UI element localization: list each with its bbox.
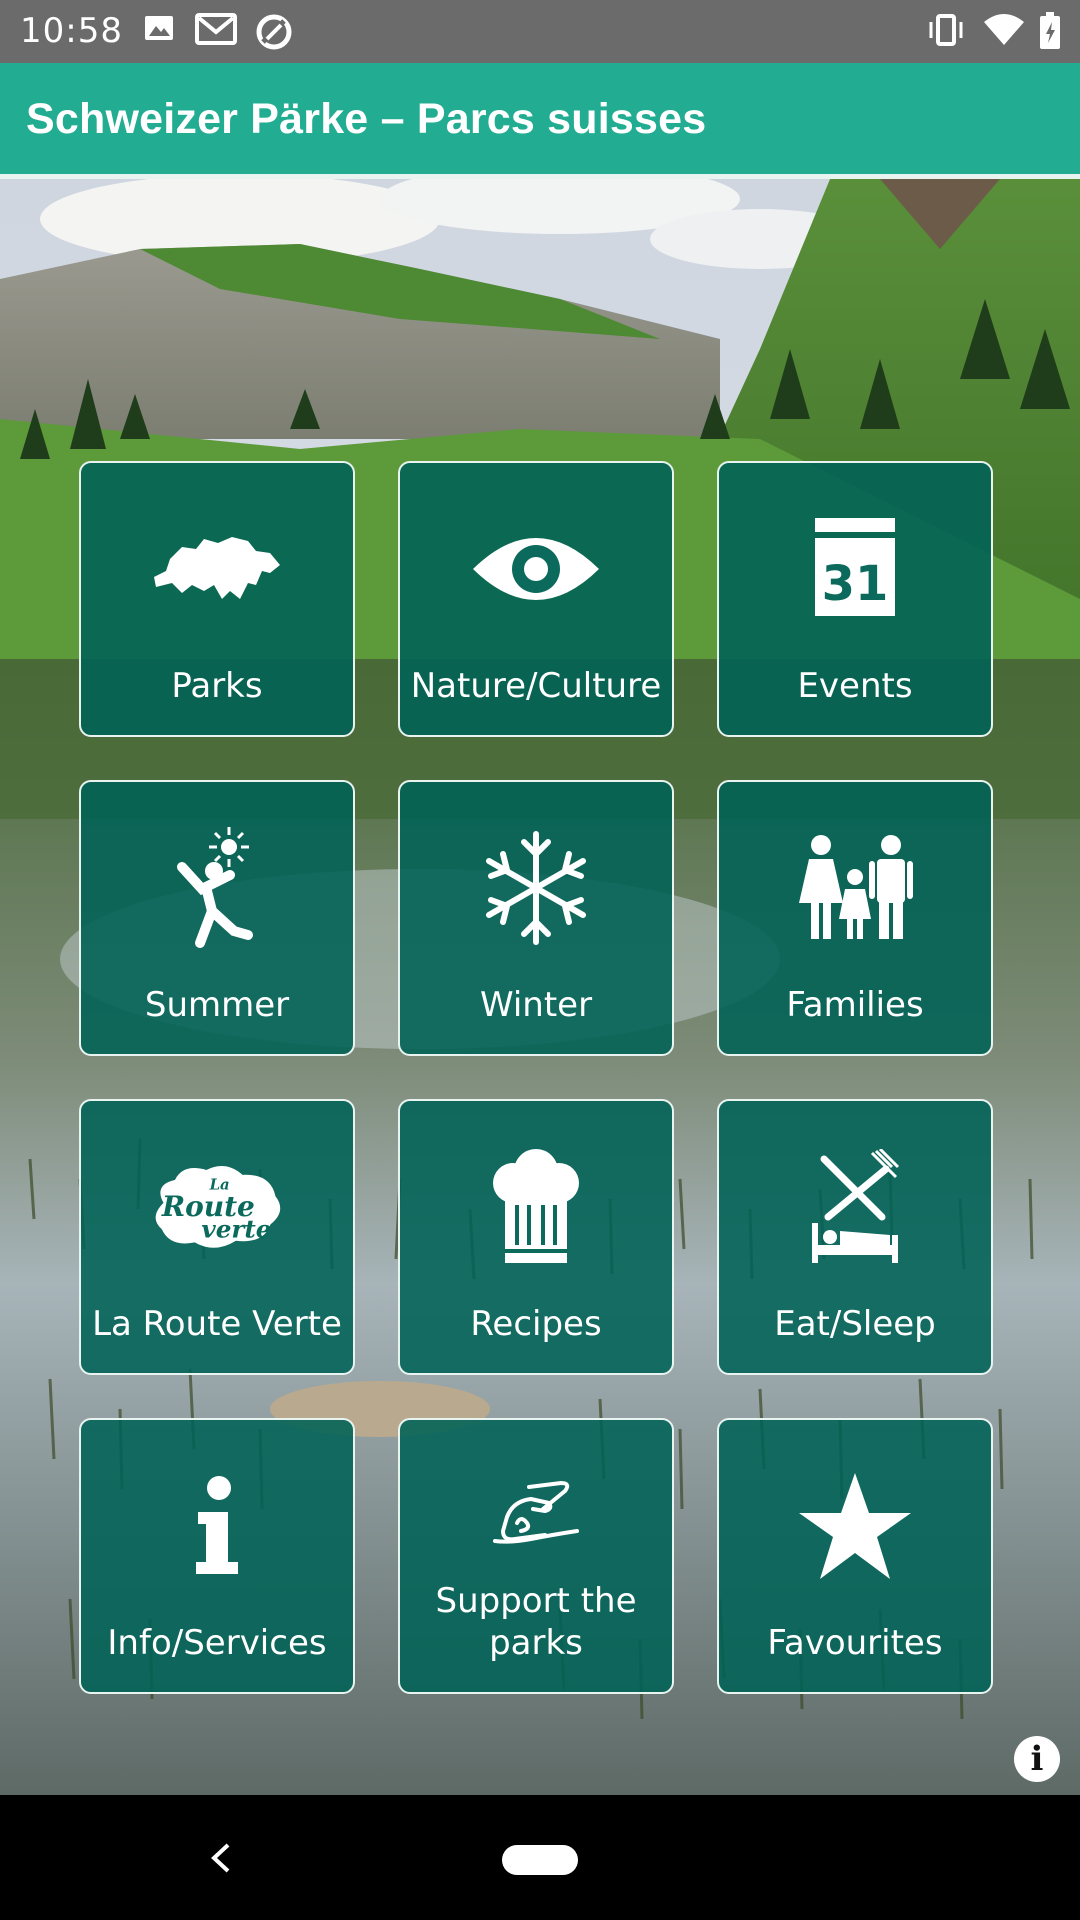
- app-bar: Schweizer Pärke – Parcs suisses: [0, 63, 1080, 179]
- back-icon[interactable]: [196, 1833, 246, 1883]
- signature-hand-icon: [466, 1456, 606, 1571]
- la-route-verte-logo: La Route verte: [147, 1149, 287, 1264]
- about-info-icon: i: [1030, 1739, 1044, 1779]
- info-icon: [147, 1468, 287, 1583]
- image-icon: [145, 16, 173, 40]
- tile-label: Support the parks: [400, 1580, 672, 1664]
- star-icon: [785, 1468, 925, 1583]
- tile-label: Eat/Sleep: [774, 1304, 936, 1344]
- gmail-icon: [195, 13, 237, 45]
- snowflake-icon: [466, 830, 606, 945]
- tile-events[interactable]: 31 Events: [717, 461, 993, 737]
- summer-person-icon: [147, 826, 287, 948]
- tile-label: Recipes: [470, 1304, 602, 1344]
- switzerland-map-icon: [147, 511, 287, 626]
- tile-label: Nature/Culture: [410, 666, 662, 706]
- home-pill[interactable]: [502, 1845, 578, 1875]
- data-saver-icon: [256, 14, 292, 50]
- status-time: 10:58: [20, 11, 123, 51]
- tile-eat-sleep[interactable]: Eat/Sleep: [717, 1099, 993, 1375]
- chef-hat-icon: [466, 1148, 606, 1264]
- tile-label: Events: [797, 666, 913, 706]
- tile-label-line-2: parks: [489, 1623, 583, 1663]
- calendar-day-text: 31: [822, 556, 889, 612]
- tile-label: Parks: [171, 666, 263, 706]
- vibrate-icon: [929, 14, 963, 46]
- wifi-icon: [984, 14, 1024, 45]
- calendar-icon: 31: [785, 511, 925, 626]
- tile-families[interactable]: Families: [717, 780, 993, 1056]
- status-bar: 10:58: [0, 0, 1080, 63]
- tile-label-line-1: Support the: [435, 1581, 637, 1621]
- tile-la-route-verte[interactable]: La Route verte La Route Verte: [79, 1099, 355, 1375]
- tile-label: Favourites: [767, 1623, 943, 1663]
- tile-recipes[interactable]: Recipes: [398, 1099, 674, 1375]
- tile-info-services[interactable]: Info/Services: [79, 1418, 355, 1694]
- tile-support-the-parks[interactable]: Support the parks: [398, 1418, 674, 1694]
- battery-icon: [1040, 12, 1060, 49]
- tile-label: La Route Verte: [92, 1304, 342, 1344]
- tile-label: Summer: [144, 985, 290, 1025]
- svg-text:verte: verte: [201, 1214, 271, 1243]
- tile-parks[interactable]: Parks: [79, 461, 355, 737]
- tile-label: Info/Services: [107, 1623, 327, 1663]
- family-icon: [785, 830, 925, 945]
- about-info-button[interactable]: i: [1014, 1736, 1060, 1782]
- tile-summer[interactable]: Summer: [79, 780, 355, 1056]
- tile-label: Families: [786, 985, 924, 1025]
- tile-label: Winter: [479, 985, 593, 1025]
- eye-icon: [466, 511, 606, 626]
- app-title: Schweizer Pärke – Parcs suisses: [26, 95, 707, 143]
- tile-favourites[interactable]: Favourites: [717, 1418, 993, 1694]
- tile-nature-culture[interactable]: Nature/Culture: [398, 461, 674, 737]
- eat-sleep-icon: [785, 1148, 925, 1264]
- tile-winter[interactable]: Winter: [398, 780, 674, 1056]
